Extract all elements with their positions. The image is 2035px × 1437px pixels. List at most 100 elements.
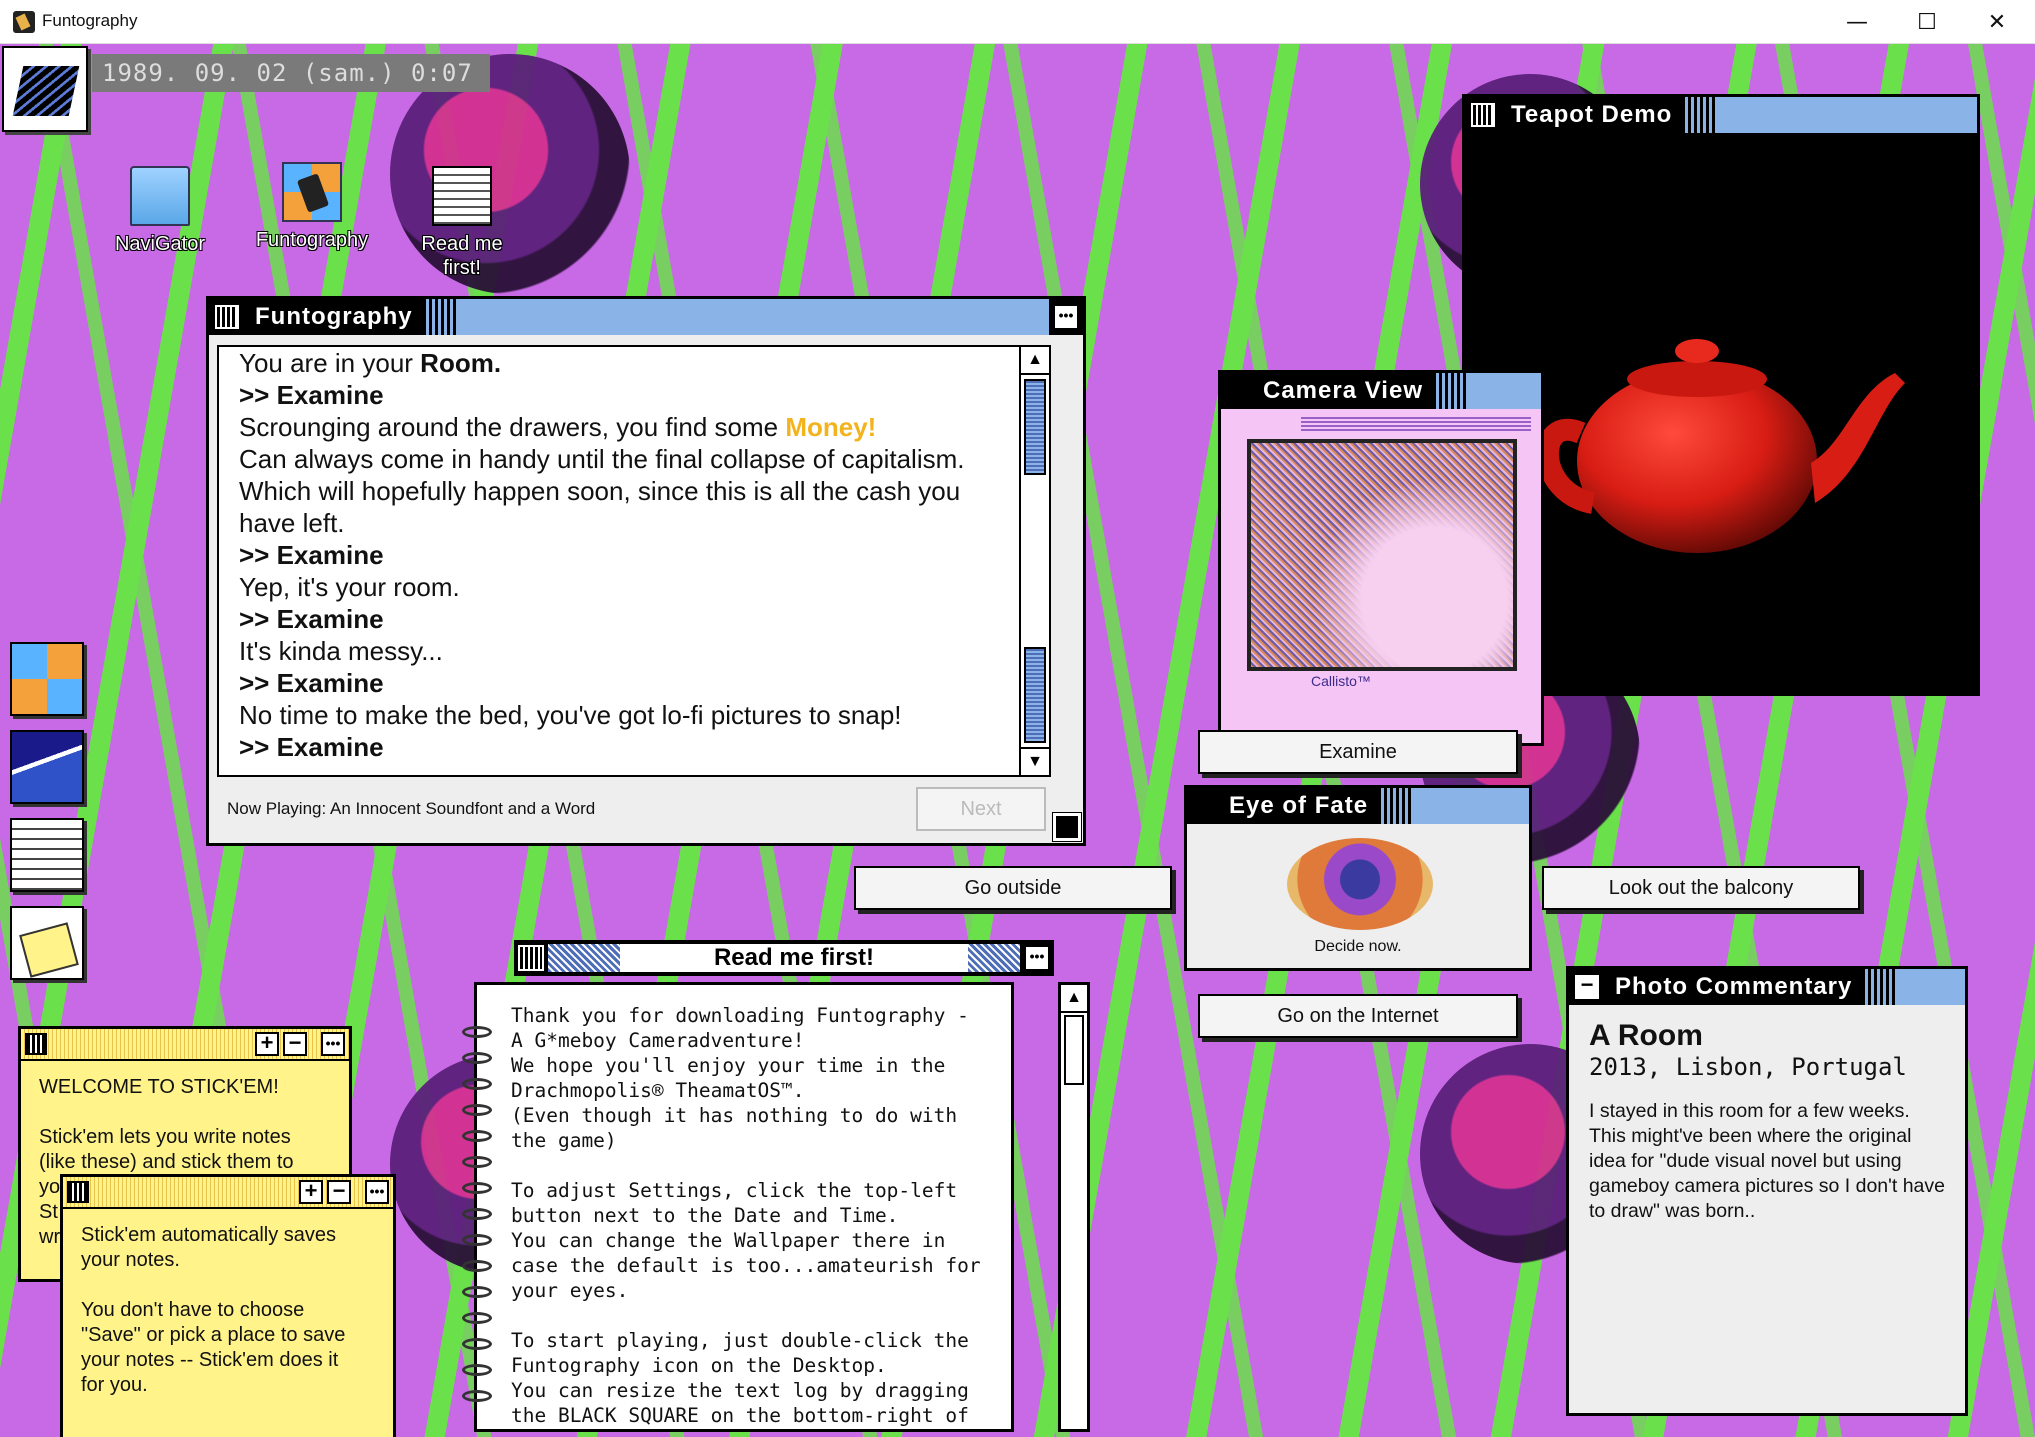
window-title: Teapot Demo [1511,101,1673,128]
dock-web-browser-icon[interactable] [10,730,84,804]
sticky-titlebar[interactable]: + − ••• [21,1029,349,1061]
log-text: It's kinda messy... [239,636,443,666]
log-scrollbar[interactable]: ▲ ▼ [1019,347,1049,775]
scroll-up-icon[interactable]: ▲ [1061,985,1087,1013]
resize-handle[interactable] [1052,812,1082,842]
scroll-up-icon[interactable]: ▲ [1021,347,1049,375]
log-line: have left. [239,507,1029,539]
window-titlebar[interactable]: Teapot Demo [1465,97,1977,133]
window-title: Eye of Fate [1229,792,1369,819]
scroll-thumb[interactable] [1064,1015,1084,1085]
log-line: Yep, it's your room. [239,571,1029,603]
log-text: Can always come in handy until the final… [239,444,965,474]
window-titlebar[interactable]: − Photo Commentary [1569,969,1965,1005]
go-on-internet-button[interactable]: Go on the Internet [1198,994,1518,1038]
titlebar-fill [1718,97,1977,133]
scroll-down-icon[interactable]: ▼ [1021,747,1049,775]
desktop-icon-label: Read me first! [421,233,503,279]
window-close-icon[interactable] [518,945,544,971]
log-line: Can always come in handy until the final… [239,443,1029,475]
look-out-balcony-button[interactable]: Look out the balcony [1542,866,1860,910]
readme-scrollbar[interactable]: ▲ [1058,982,1090,1432]
titlebar-fill [1898,969,1965,1005]
desktop-icon-readme[interactable]: Read me first! [402,166,522,280]
window-titlebar[interactable]: Funtography ••• [209,299,1083,335]
camera-icon [282,162,342,222]
notebook-spiral [462,1026,492,1038]
notebook-spiral [462,1130,492,1142]
desktop-icon-navigator[interactable]: NaviGator [100,166,220,256]
photo-commentary-text: I stayed in this room for a few weeks. T… [1589,1100,1945,1222]
dock-funtography-camera-icon[interactable] [10,642,84,716]
minimize-button[interactable]: — [1822,0,1892,44]
sticky-titlebar[interactable]: + − ••• [63,1177,393,1209]
next-button[interactable]: Next [916,787,1046,831]
sticky-menu-icon[interactable]: ••• [365,1180,389,1204]
log-line: You are in your Room. [239,347,1029,379]
desktop-icon-funtography[interactable]: Funtography [252,162,372,252]
add-note-icon[interactable]: + [299,1180,323,1204]
close-button[interactable]: ✕ [1962,0,2032,44]
log-text: Which will hopefully happen soon, since … [239,476,961,506]
examine-button[interactable]: Examine [1198,730,1518,774]
news-icon [432,166,492,226]
readme-window: Read me first! ••• Thank you for downloa… [462,940,1090,1437]
log-location: Room. [420,348,502,378]
window-menu-button[interactable]: ••• [1024,945,1050,971]
notebook-spiral [462,1338,492,1350]
dock-document-icon[interactable] [10,818,84,892]
window-title: Read me first! [620,944,968,972]
now-playing-status: Now Playing: An Innocent Soundfont and a… [227,799,596,818]
log-line: No time to make the bed, you've got lo-f… [239,699,1029,731]
sticky-note-autosave[interactable]: + − ••• Stick'em automatically saves you… [60,1174,396,1437]
desktop-icon-label: Funtography [255,229,369,251]
desktop: 1989. 09. 02 (sam.) 0:07 NaviGator Funto… [0,44,2035,1437]
maximize-button[interactable]: ☐ [1892,0,1962,44]
sticky-text[interactable]: Stick'em automatically saves your notes.… [63,1209,393,1412]
settings-button[interactable] [2,46,88,132]
eye-of-fate-window: Eye of Fate Decide now. [1184,785,1532,971]
dock-sticky-notes-icon[interactable] [10,906,84,980]
camera-frame-decoration [1301,417,1531,431]
titlebar-fill [458,299,1049,335]
window-close-icon[interactable] [215,305,239,329]
notebook-spiral [462,1234,492,1246]
notebook-spiral [462,1182,492,1194]
camera-photo-preview [1247,439,1517,671]
notebook-spiral [462,1312,492,1324]
funtography-window: Funtography ••• You are in your Room. >> … [206,296,1086,846]
titlebar-stripes [1682,97,1719,133]
scroll-thumb-lower[interactable] [1024,647,1046,743]
window-titlebar[interactable]: Read me first! ••• [514,940,1054,976]
notebook-spiral [462,1104,492,1116]
scroll-thumb[interactable] [1024,379,1046,475]
log-line: It's kinda messy... [239,635,1029,667]
sticky-menu-icon[interactable]: ••• [321,1032,345,1056]
collapse-icon[interactable]: − [1575,974,1599,999]
log-line: Which will hopefully happen soon, since … [239,475,1029,507]
remove-note-icon[interactable]: − [327,1180,351,1204]
log-text: You are in your [239,348,421,378]
remove-note-icon[interactable]: − [283,1032,307,1056]
notebook-spiral [462,1364,492,1376]
titlebar-pattern [548,944,620,972]
titlebar-fill [1468,373,1541,409]
readme-notebook[interactable]: Thank you for downloading Funtography - … [474,982,1014,1432]
window-title: Photo Commentary [1615,973,1853,1000]
titlebar-fill [1414,788,1529,824]
window-menu-button[interactable]: ••• [1053,304,1079,330]
notebook-spiral [462,1260,492,1272]
notebook-spiral [462,1286,492,1298]
window-close-icon[interactable] [1471,103,1495,127]
go-outside-button[interactable]: Go outside [854,866,1172,910]
text-log[interactable]: You are in your Room. >> Examine Scroungin… [217,345,1051,777]
fate-orb-icon[interactable] [1287,838,1433,930]
add-note-icon[interactable]: + [255,1032,279,1056]
sticky-close-icon[interactable] [25,1033,47,1055]
titlebar-pattern [968,944,1020,972]
window-titlebar[interactable]: Eye of Fate [1187,788,1529,824]
log-command: >> Examine [239,540,384,570]
sticky-close-icon[interactable] [67,1181,89,1203]
window-titlebar[interactable]: Camera View [1221,373,1541,409]
window-title: Funtography [255,303,413,330]
